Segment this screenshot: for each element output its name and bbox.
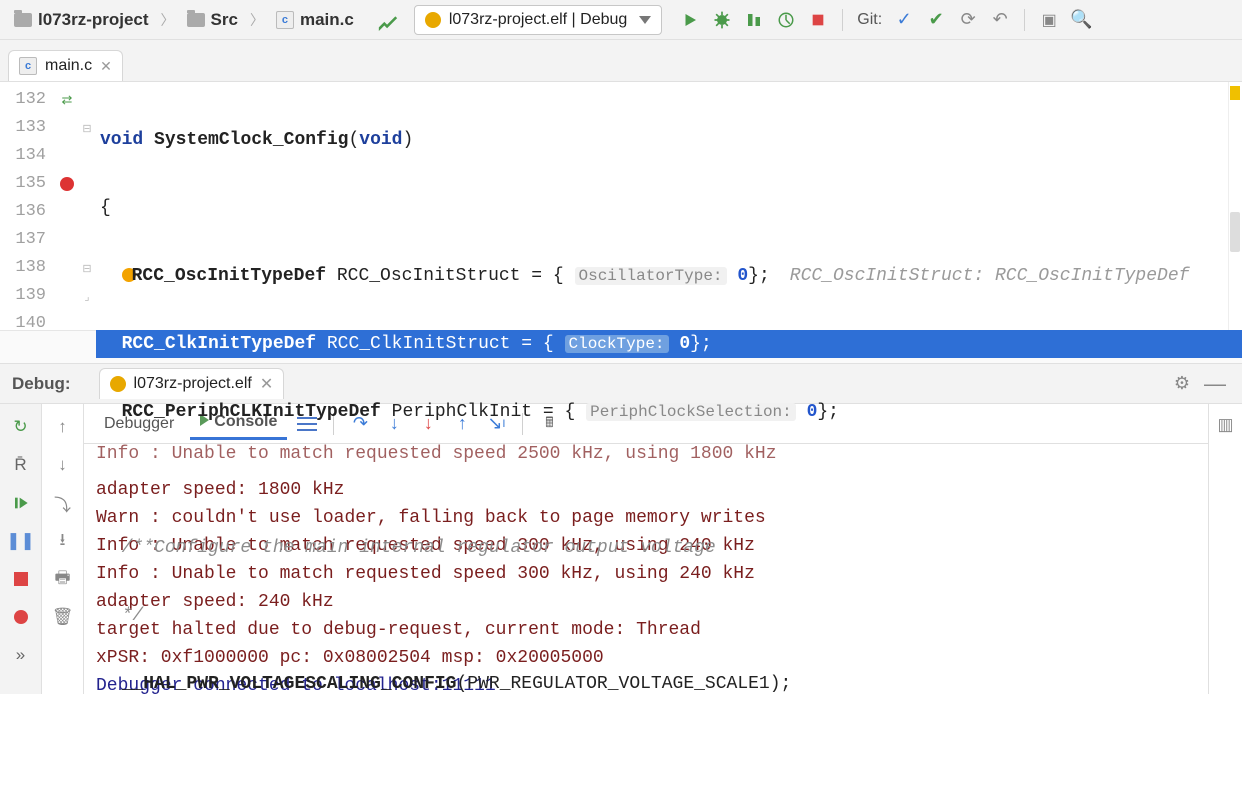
fold-end: ⌟ bbox=[78, 282, 96, 310]
line-number: 136 bbox=[0, 198, 56, 226]
elf-icon bbox=[425, 12, 441, 28]
view-breakpoints-button[interactable] bbox=[8, 604, 34, 630]
debug-left-toolbar: ↻ R̄ ❚❚ » bbox=[0, 404, 42, 694]
folder-icon bbox=[187, 13, 205, 27]
breadcrumb-project-label: l073rz-project bbox=[38, 10, 149, 30]
pause-button[interactable]: ❚❚ bbox=[8, 528, 34, 554]
debug-button[interactable] bbox=[708, 6, 736, 34]
code-line: __HAL_PWR_VOLTAGESCALING_CONFIG(PWR_REGU… bbox=[96, 670, 1242, 698]
separator bbox=[1024, 9, 1025, 31]
inlay-hint: OscillatorType: bbox=[575, 267, 727, 285]
git-commit-button[interactable]: ✔ bbox=[922, 6, 950, 34]
console-line: Info : Unable to match requested speed 2… bbox=[96, 444, 1196, 468]
line-number: 133 bbox=[0, 114, 56, 142]
elf-icon bbox=[110, 376, 126, 392]
profile-button[interactable] bbox=[772, 6, 800, 34]
fold-toggle[interactable]: ⊟ bbox=[78, 254, 96, 282]
editor-tabs-bar: c main.c ✕ bbox=[0, 40, 1242, 82]
scroll-thumb[interactable] bbox=[1230, 212, 1240, 252]
fold-toggle[interactable]: ⊟ bbox=[78, 114, 96, 142]
build-button[interactable] bbox=[374, 6, 402, 34]
line-number: 135 bbox=[0, 170, 56, 198]
git-update-button[interactable]: ✓ bbox=[890, 6, 918, 34]
breadcrumb-file[interactable]: c main.c bbox=[270, 8, 360, 32]
line-number: 140 bbox=[0, 310, 56, 338]
layout-button[interactable]: ▣ bbox=[1035, 6, 1063, 34]
more-button[interactable]: » bbox=[8, 642, 34, 668]
code-line: */ bbox=[96, 602, 1242, 630]
download-button[interactable]: ⭳ bbox=[50, 528, 76, 554]
frame-down-button[interactable]: ↓ bbox=[50, 452, 76, 478]
inlay-hint: PeriphClockSelection: bbox=[586, 403, 796, 421]
git-history-button[interactable]: ⟳ bbox=[954, 6, 982, 34]
code-line bbox=[96, 466, 1242, 494]
run-config-label: l073rz-project.elf | Debug bbox=[449, 11, 627, 29]
debug-title: Debug: bbox=[12, 374, 71, 394]
code-line: RCC_PeriphCLKInitTypeDef PeriphClkInit =… bbox=[96, 398, 1242, 426]
restart-frame-button[interactable]: ⤵ bbox=[50, 490, 76, 516]
line-number: 139 bbox=[0, 282, 56, 310]
editor-tab-main-c[interactable]: c main.c ✕ bbox=[8, 50, 123, 81]
code-line-current: RCC_ClkInitTypeDef RCC_ClkInitStruct = {… bbox=[96, 330, 1242, 358]
frame-up-button[interactable]: ↑ bbox=[50, 414, 76, 440]
debug-frame-toolbar: ↑ ↓ ⤵ ⭳ 🖶 🗑 bbox=[42, 404, 84, 694]
code-line: void SystemClock_Config(void) bbox=[96, 126, 1242, 154]
rerun-failed-button[interactable]: R̄ bbox=[8, 452, 34, 478]
gutter-line-numbers: 132 133 134 135 136 137 138 139 140 bbox=[0, 82, 56, 330]
warning-marker[interactable] bbox=[1230, 86, 1240, 100]
close-icon[interactable]: ✕ bbox=[100, 58, 112, 75]
folder-icon bbox=[14, 13, 32, 27]
inlay-hint: ClockType: bbox=[565, 335, 669, 353]
breadcrumb-folder-label: Src bbox=[211, 10, 238, 30]
print-button[interactable]: 🖶 bbox=[50, 566, 76, 592]
chevron-right-icon: 〉 bbox=[248, 10, 266, 30]
line-number: 134 bbox=[0, 142, 56, 170]
breadcrumb-project[interactable]: l073rz-project bbox=[8, 8, 155, 32]
line-number: 137 bbox=[0, 226, 56, 254]
delete-button[interactable]: 🗑 bbox=[50, 604, 76, 630]
rerun-button[interactable]: ↻ bbox=[8, 414, 34, 440]
editor-tab-label: main.c bbox=[45, 57, 92, 75]
gutter-markers: ⇄ bbox=[56, 82, 78, 330]
line-number: 132 bbox=[0, 86, 56, 114]
breadcrumb-folder[interactable]: Src bbox=[181, 8, 244, 32]
line-number: 138 bbox=[0, 254, 56, 282]
chevron-down-icon bbox=[639, 16, 651, 24]
code-editor[interactable]: 132 133 134 135 136 137 138 139 140 ⇄ ⊟ … bbox=[0, 82, 1242, 330]
coverage-button[interactable] bbox=[740, 6, 768, 34]
breadcrumb-file-label: main.c bbox=[300, 10, 354, 30]
search-everywhere-button[interactable]: 🔍 bbox=[1067, 6, 1095, 34]
error-stripe[interactable] bbox=[1228, 82, 1242, 330]
c-file-icon: c bbox=[276, 11, 294, 29]
c-file-icon: c bbox=[19, 57, 37, 75]
code-line: { bbox=[96, 194, 1242, 222]
code-area[interactable]: void SystemClock_Config(void) { RCC_OscI… bbox=[96, 82, 1242, 330]
code-line: /**Configure the main internal regulator… bbox=[96, 534, 1242, 562]
stop-button[interactable] bbox=[804, 6, 832, 34]
recursion-icon: ⇄ bbox=[62, 92, 73, 108]
separator bbox=[842, 9, 843, 31]
breakpoint-icon[interactable] bbox=[60, 177, 74, 191]
git-revert-button[interactable]: ↶ bbox=[986, 6, 1014, 34]
resume-button[interactable] bbox=[8, 490, 34, 516]
gutter-fold: ⊟ ⊟ ⌟ bbox=[78, 82, 96, 330]
git-label: Git: bbox=[857, 11, 882, 29]
run-button[interactable] bbox=[676, 6, 704, 34]
top-toolbar: l073rz-project 〉 Src 〉 c main.c l073rz-p… bbox=[0, 0, 1242, 40]
stop-debug-button[interactable] bbox=[8, 566, 34, 592]
code-line: RCC_OscInitTypeDef RCC_OscInitStruct = {… bbox=[96, 262, 1242, 290]
run-config-selector[interactable]: l073rz-project.elf | Debug bbox=[414, 5, 662, 35]
inline-debug-value: RCC_OscInitStruct: RCC_OscInitTypeDef bbox=[770, 266, 1190, 286]
chevron-right-icon: 〉 bbox=[159, 10, 177, 30]
